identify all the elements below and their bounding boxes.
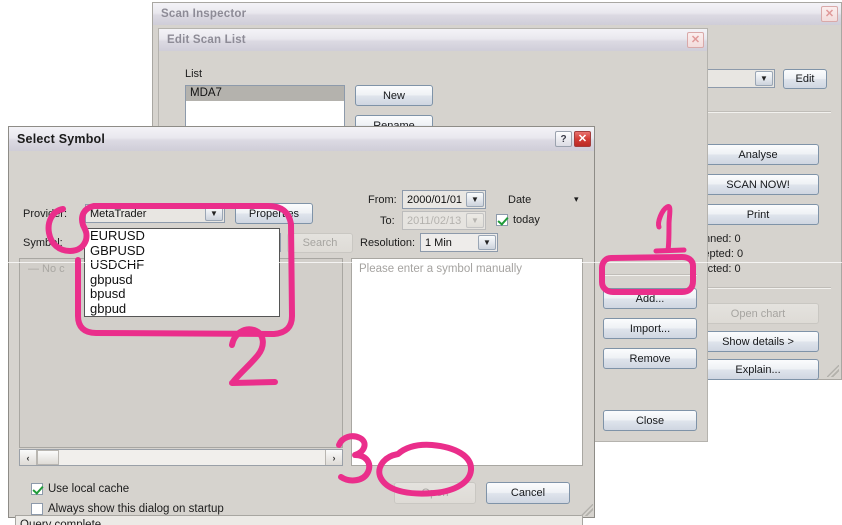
- chevron-down-icon: ▼: [466, 213, 484, 228]
- chevron-down-icon: ▼: [478, 235, 496, 250]
- properties-button[interactable]: Properties: [235, 203, 313, 224]
- today-label: today: [513, 214, 540, 226]
- tree-horizontal-scrollbar[interactable]: ‹ ›: [19, 449, 343, 466]
- scroll-left-icon[interactable]: ‹: [20, 450, 37, 465]
- always-show-dialog-label: Always show this dialog on startup: [48, 503, 224, 515]
- from-date-combo[interactable]: 2000/01/01 ▼: [402, 190, 486, 209]
- symbol-label: Symbol:: [23, 237, 63, 249]
- from-date-value: 2000/01/01: [407, 193, 463, 206]
- new-button[interactable]: New: [355, 85, 433, 106]
- scan-inspector-right-panel: ▼ Edit Analyse SCAN NOW! Print Scanned: …: [681, 31, 835, 380]
- edit-scan-list-close-icon[interactable]: ✕: [687, 32, 704, 48]
- explain-button[interactable]: Explain...: [697, 359, 819, 380]
- dropdown-option[interactable]: gbpud: [85, 301, 279, 317]
- provider-label: Provider:: [23, 208, 68, 220]
- resolution-value: 1 Min: [425, 236, 452, 249]
- select-symbol-body: Provider: MetaTrader ▼ Properties Symbol…: [9, 151, 594, 525]
- search-button[interactable]: Search: [287, 233, 353, 253]
- resolution-combo[interactable]: 1 Min ▼: [420, 233, 498, 252]
- scan-inspector-title: Scan Inspector: [161, 8, 247, 20]
- chevron-down-icon: ▼: [755, 71, 773, 86]
- checkbox-icon: [496, 214, 508, 226]
- scrollbar-thumb[interactable]: [37, 450, 59, 465]
- select-symbol-window: Select Symbol ? ✕ Provider: MetaTrader ▼…: [8, 126, 595, 525]
- screenshot-root: Scan Inspector ✕ ▼ Edit Analyse SCAN NOW…: [0, 0, 842, 525]
- checkbox-icon: [31, 483, 43, 495]
- dropdown-option[interactable]: gbpusd: [85, 272, 279, 288]
- tree-placeholder: — No c: [28, 263, 65, 275]
- use-local-cache-label: Use local cache: [48, 483, 130, 495]
- open-button[interactable]: Open: [394, 482, 476, 504]
- edit-scan-list-titlebar: Edit Scan List ✕: [159, 29, 707, 51]
- scan-now-button[interactable]: SCAN NOW!: [697, 174, 819, 195]
- chevron-down-icon: ▼: [466, 192, 484, 207]
- always-show-dialog-checkbox[interactable]: Always show this dialog on startup: [31, 503, 224, 515]
- select-symbol-close-icon[interactable]: ✕: [574, 131, 591, 147]
- resize-grip-icon[interactable]: [581, 504, 593, 516]
- cancel-button[interactable]: Cancel: [486, 482, 570, 504]
- dropdown-option[interactable]: bpusd: [85, 286, 279, 302]
- manual-panel-placeholder: Please enter a symbol manually: [359, 263, 522, 275]
- analyse-button[interactable]: Analyse: [697, 144, 819, 165]
- divider: [603, 274, 697, 276]
- remove-button[interactable]: Remove: [603, 348, 697, 369]
- checkbox-icon: [31, 503, 43, 515]
- provider-combo[interactable]: MetaTrader ▼: [85, 204, 225, 223]
- open-chart-button[interactable]: Open chart: [697, 303, 819, 324]
- status-text: Query complete.: [20, 519, 105, 525]
- list-item[interactable]: MDA7: [186, 86, 344, 101]
- provider-value: MetaTrader: [90, 207, 147, 220]
- resize-grip-icon[interactable]: [827, 365, 839, 377]
- print-button[interactable]: Print: [697, 204, 819, 225]
- scan-list-listbox[interactable]: MDA7: [185, 85, 345, 127]
- import-button[interactable]: Import...: [603, 318, 697, 339]
- scroll-right-icon[interactable]: ›: [325, 450, 342, 465]
- divider: [691, 111, 831, 113]
- edit-button[interactable]: Edit: [783, 69, 827, 89]
- manual-symbol-panel[interactable]: Please enter a symbol manually: [351, 258, 583, 466]
- add-button[interactable]: Add...: [603, 288, 697, 309]
- to-date-value: 2011/02/13: [407, 214, 462, 227]
- to-label: To:: [380, 215, 395, 227]
- edit-scan-list-title: Edit Scan List: [167, 34, 246, 46]
- resolution-label: Resolution:: [360, 237, 416, 249]
- scan-inspector-titlebar: Scan Inspector ✕: [153, 3, 841, 25]
- use-local-cache-checkbox[interactable]: Use local cache: [31, 483, 129, 495]
- to-date-combo[interactable]: 2011/02/13 ▼: [402, 211, 486, 230]
- date-mode-caret-icon[interactable]: ▾: [574, 194, 579, 205]
- from-label: From:: [368, 194, 397, 206]
- scrollbar-track[interactable]: [37, 450, 325, 465]
- scan-inspector-close-icon[interactable]: ✕: [821, 6, 838, 22]
- list-label: List: [185, 68, 203, 80]
- symbol-dropdown-list[interactable]: EURUSD GBPUSD USDCHF gbpusd bpusd gbpud: [84, 228, 280, 317]
- today-checkbox[interactable]: today: [496, 214, 540, 226]
- close-button[interactable]: Close: [603, 410, 697, 431]
- date-mode-label: Date: [508, 194, 532, 206]
- show-details-button[interactable]: Show details >: [697, 331, 819, 352]
- dropdown-option[interactable]: GBPUSD: [85, 243, 279, 259]
- chevron-down-icon: ▼: [205, 206, 223, 221]
- capture-seam: [0, 262, 842, 263]
- select-symbol-titlebar: Select Symbol ? ✕: [9, 127, 594, 151]
- dropdown-option[interactable]: EURUSD: [85, 229, 279, 244]
- dropdown-option[interactable]: USDCHF: [85, 257, 279, 273]
- status-bar: Query complete.: [15, 515, 583, 525]
- select-symbol-title: Select Symbol: [17, 132, 106, 146]
- help-button[interactable]: ?: [555, 131, 572, 147]
